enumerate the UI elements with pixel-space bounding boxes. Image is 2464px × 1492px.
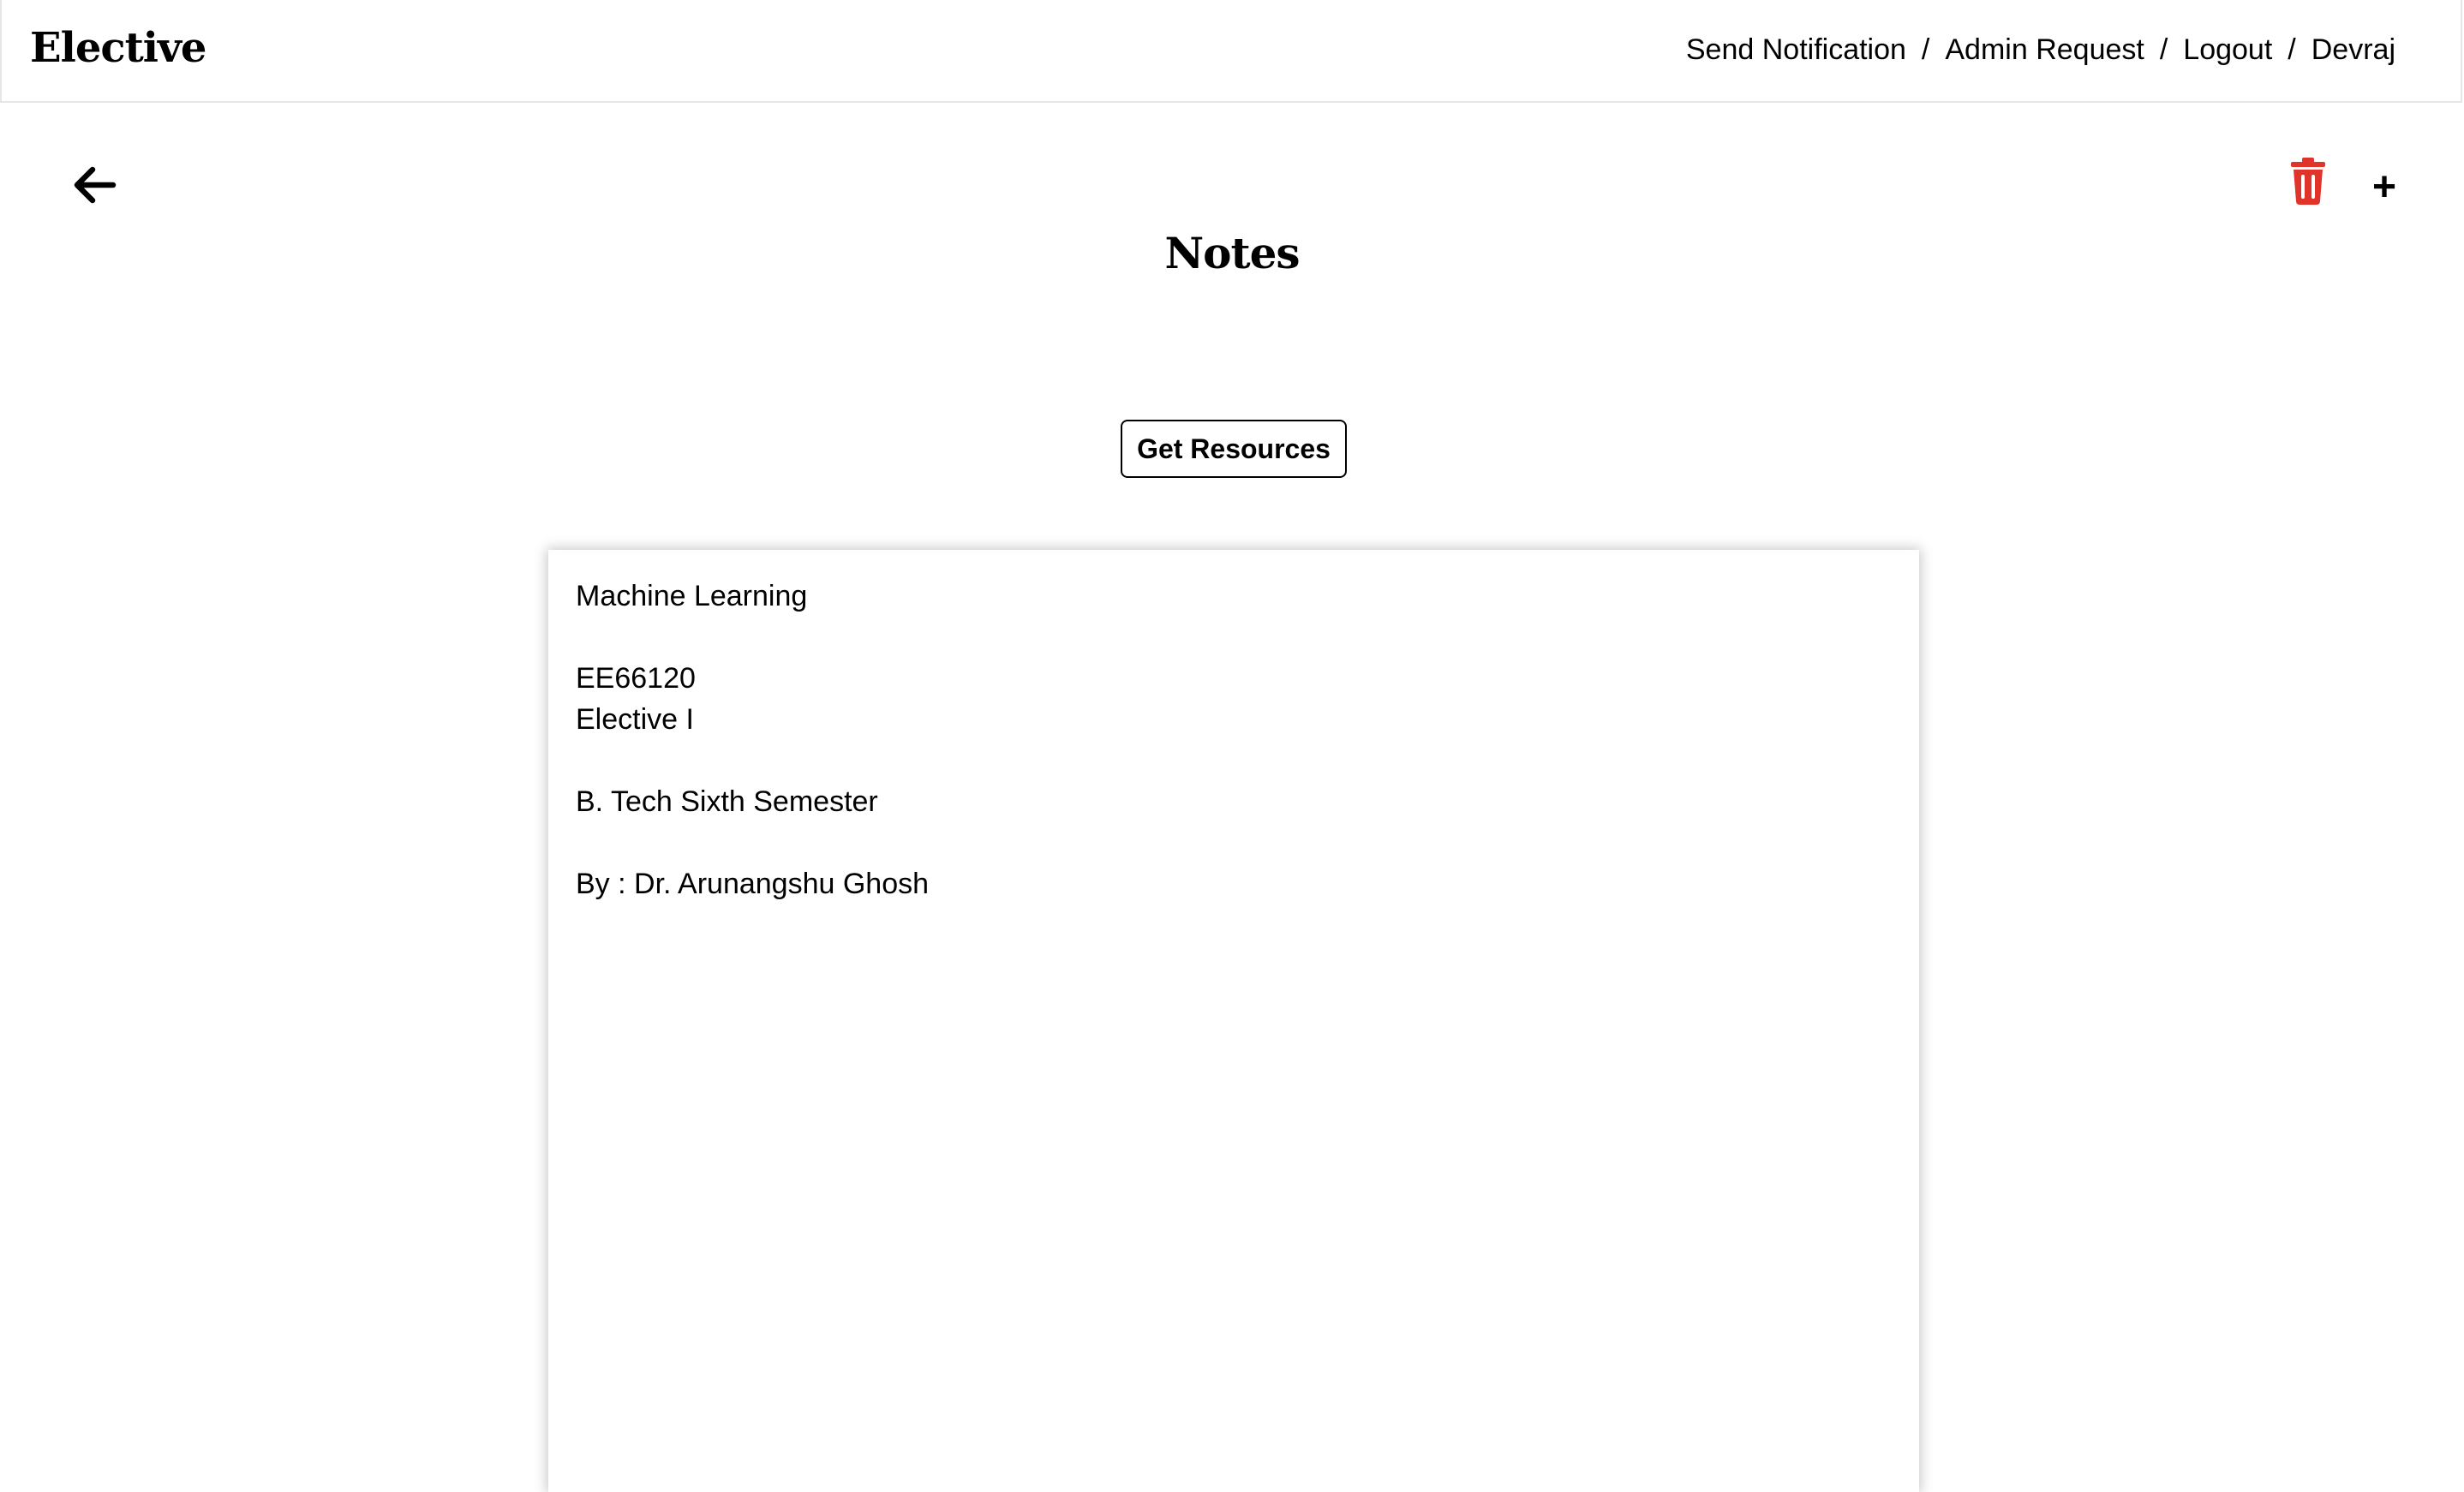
program-semester: B. Tech Sixth Semester <box>576 785 878 818</box>
document-viewer[interactable]: Machine Learning EE66120 Elective I B. T… <box>548 550 1919 1492</box>
course-name: Machine Learning <box>576 580 808 612</box>
top-navbar: Elective Send Notification / Admin Reque… <box>0 0 2462 103</box>
arrow-left-icon <box>74 166 117 204</box>
author-line: By : Dr. Arunangshu Ghosh <box>576 868 930 900</box>
brand-logo[interactable]: Elective <box>30 17 206 79</box>
back-button[interactable] <box>69 161 120 209</box>
get-resources-button[interactable]: Get Resources <box>1121 420 1347 478</box>
nav-links: Send Notification / Admin Request / Logo… <box>1686 26 2395 74</box>
nav-separator: / <box>2288 33 2296 66</box>
course-code: EE66120 <box>576 662 696 695</box>
nav-admin-request[interactable]: Admin Request <box>1945 26 2144 74</box>
page-title: Notes <box>1164 228 1300 278</box>
nav-logout[interactable]: Logout <box>2183 26 2272 74</box>
nav-separator: / <box>2159 33 2168 66</box>
nav-send-notification[interactable]: Send Notification <box>1686 26 1906 74</box>
delete-button[interactable] <box>2288 156 2329 206</box>
plus-icon: + <box>2371 164 2397 210</box>
nav-separator: / <box>1921 33 1930 66</box>
nav-user-name[interactable]: Devraj <box>2311 26 2395 74</box>
trash-icon <box>2291 158 2325 205</box>
add-button[interactable]: + <box>2366 163 2402 212</box>
course-type: Elective I <box>576 703 694 736</box>
